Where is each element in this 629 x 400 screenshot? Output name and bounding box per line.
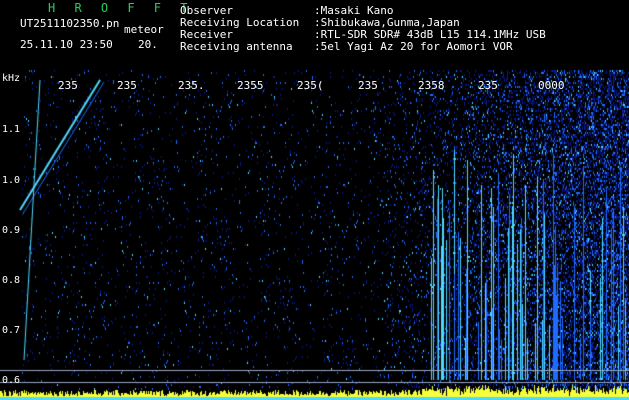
- x-tick-label: 2355: [237, 79, 264, 92]
- timestamp: 25.11.10 23:50: [20, 38, 113, 51]
- file-name: UT2511102350.pn: [20, 17, 120, 30]
- station-info: Observer :Masaki Kano Receiving Location…: [180, 5, 546, 53]
- info-key: Receiving antenna: [180, 40, 293, 53]
- spectrogram-canvas: [0, 60, 629, 400]
- y-tick-label: 0.9: [2, 225, 21, 236]
- mode-label: meteor: [124, 23, 164, 36]
- x-tick-label: 235.: [178, 79, 205, 92]
- x-tick-label: 0000: [538, 79, 565, 92]
- y-tick-label: 0.8: [2, 275, 21, 286]
- x-tick-label: 235: [478, 79, 498, 92]
- info-row-antenna: Receiving antenna :5el Yagi Az 20 for Ao…: [180, 41, 546, 53]
- x-tick-label: 235: [117, 79, 137, 92]
- x-tick-label: 2358: [418, 79, 445, 92]
- y-tick-label: 1.1: [2, 124, 21, 135]
- app-title: H R O F F T: [48, 1, 194, 15]
- y-tick-label: 0.6: [2, 375, 21, 386]
- x-tick-label: 235(: [297, 79, 324, 92]
- x-tick-label: 235: [358, 79, 378, 92]
- y-tick-label: 1.0: [2, 175, 21, 186]
- info-value: :5el Yagi Az 20 for Aomori VOR: [314, 40, 513, 53]
- x-tick-label: 235: [58, 79, 78, 92]
- frequency-unit-label: kHz: [2, 73, 21, 84]
- y-tick-label: 0.7: [2, 325, 21, 336]
- speed-value: 20.: [138, 38, 158, 51]
